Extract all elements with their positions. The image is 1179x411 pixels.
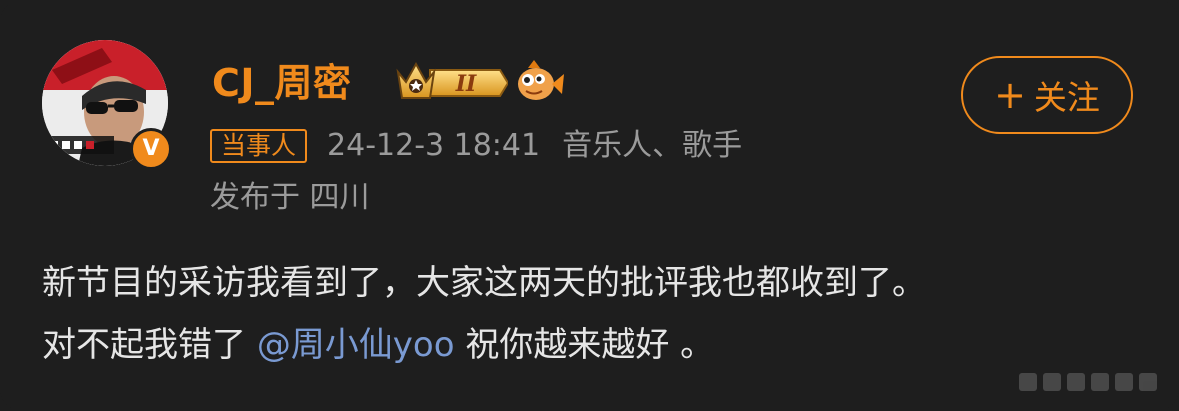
rank-text: II xyxy=(455,71,477,97)
content-text: 对不起我错了 xyxy=(42,325,257,365)
author-avatar[interactable]: V xyxy=(42,40,172,170)
author-name[interactable]: CJ_周密 xyxy=(212,56,352,110)
plus-icon: + xyxy=(994,73,1026,117)
content-text: 祝你越来越好 。 xyxy=(454,325,715,365)
crown-rank-II-icon: II xyxy=(396,61,508,99)
fish-fan-icon xyxy=(518,60,564,100)
post-content-line-1: 新节目的采访我看到了，大家这两天的批评我也都收到了。 xyxy=(42,263,926,303)
verified-v-icon: V xyxy=(130,128,172,170)
follow-button[interactable]: + 关注 xyxy=(961,56,1133,134)
mention-link[interactable]: @周小仙yoo xyxy=(257,325,455,365)
post-timestamp[interactable]: 24-12-3 18:41 xyxy=(327,126,540,166)
weibo-post-card: V CJ_周密 II 当事人 24-12-3 18:41 音乐人、歌手 发布于 … xyxy=(0,0,1179,411)
post-content: 新节目的采访我看到了，大家这两天的批评我也都收到了。 对不起我错了 @周小仙yo… xyxy=(42,252,1152,376)
post-location: 发布于 四川 xyxy=(210,180,370,215)
author-description: 音乐人、歌手 xyxy=(562,128,743,163)
post-meta: 当事人 24-12-3 18:41 音乐人、歌手 xyxy=(210,126,742,166)
involved-party-tag: 当事人 xyxy=(210,129,308,163)
follow-label: 关注 xyxy=(1033,78,1100,117)
post-content-line-2: 对不起我错了 @周小仙yoo 祝你越来越好 。 xyxy=(42,314,1152,376)
watermark-icon xyxy=(1019,373,1157,391)
